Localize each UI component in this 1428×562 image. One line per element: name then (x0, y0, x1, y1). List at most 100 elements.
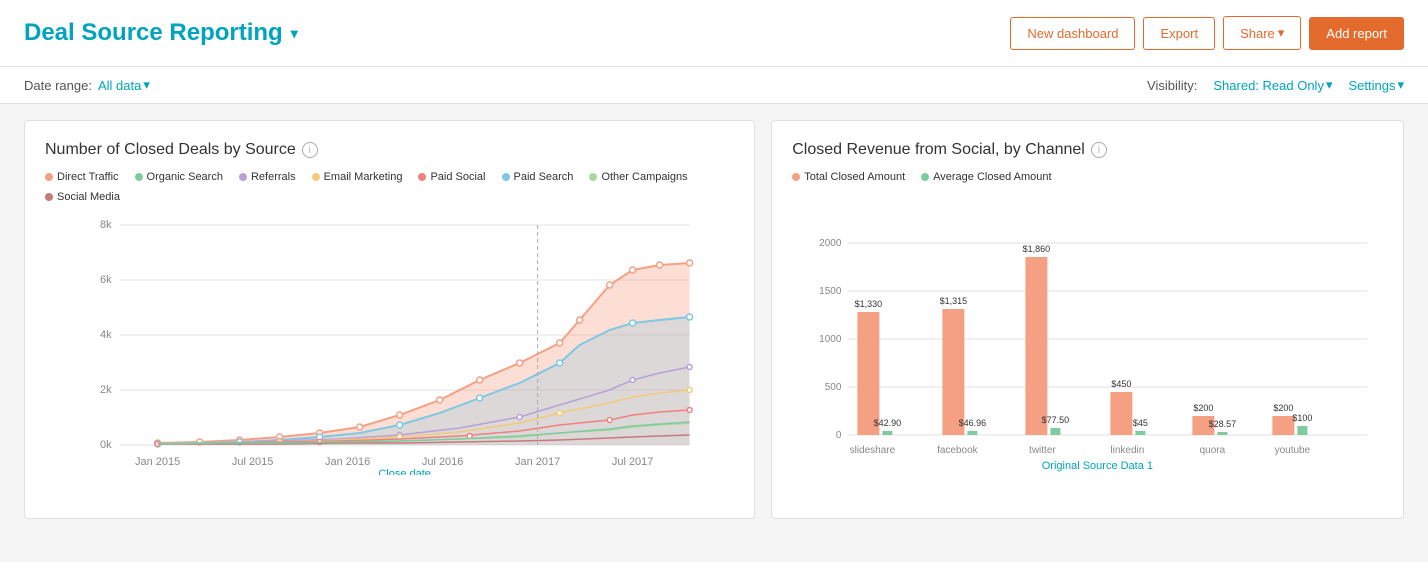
svg-text:Jan 2015: Jan 2015 (135, 456, 180, 468)
left-chart-svg: 0k 2k 4k 6k 8k Jan 2015 Jul 2015 Jan 201… (45, 215, 734, 475)
svg-text:$42.90: $42.90 (874, 418, 902, 428)
visibility-label: Visibility: (1147, 78, 1197, 93)
date-range-text: All data (98, 78, 141, 93)
legend-label-organic: Organic Search (147, 171, 223, 183)
visibility-value[interactable]: Shared: Read Only ▾ (1213, 77, 1332, 93)
date-range-value[interactable]: All data ▾ (98, 77, 150, 93)
right-chart-title-text: Closed Revenue from Social, by Channel (792, 141, 1085, 159)
right-chart-legend: Total Closed Amount Average Closed Amoun… (792, 171, 1383, 183)
legend-dot-referrals (239, 173, 247, 181)
svg-text:0: 0 (836, 430, 842, 441)
legend-dot-other (589, 173, 597, 181)
legend-dot-total (792, 173, 800, 181)
svg-text:$100: $100 (1293, 413, 1313, 423)
bar-twitter-total (1026, 257, 1048, 435)
title-text: Deal Source Reporting (24, 19, 283, 47)
left-chart-title-text: Number of Closed Deals by Source (45, 141, 296, 159)
legend-dot-avg (921, 173, 929, 181)
svg-text:Original Source Data 1: Original Source Data 1 (1042, 460, 1153, 472)
legend-label-avg: Average Closed Amount (933, 171, 1051, 183)
svg-text:slideshare: slideshare (850, 445, 896, 456)
settings-text: Settings (1348, 78, 1395, 93)
visibility-arrow: ▾ (1326, 77, 1333, 93)
add-report-button[interactable]: Add report (1309, 17, 1404, 50)
legend-label-paid-search: Paid Search (514, 171, 574, 183)
svg-text:$46.96: $46.96 (959, 418, 987, 428)
svg-text:$45: $45 (1133, 418, 1148, 428)
svg-text:4k: 4k (100, 329, 112, 341)
svg-text:$1,860: $1,860 (1023, 244, 1051, 254)
share-label: Share (1240, 26, 1275, 41)
bar-slideshare-total (858, 312, 880, 435)
svg-text:500: 500 (825, 382, 842, 393)
svg-text:$77.50: $77.50 (1042, 415, 1070, 425)
svg-text:1000: 1000 (819, 334, 842, 345)
svg-text:$1,330: $1,330 (855, 299, 883, 309)
right-chart-title: Closed Revenue from Social, by Channel i (792, 141, 1383, 159)
date-range-label: Date range: (24, 78, 92, 93)
svg-text:$200: $200 (1194, 403, 1214, 413)
legend-dot-paid-search (502, 173, 510, 181)
left-chart-title: Number of Closed Deals by Source i (45, 141, 734, 159)
legend-label-direct: Direct Traffic (57, 171, 119, 183)
svg-text:facebook: facebook (937, 445, 979, 456)
svg-text:quora: quora (1200, 445, 1226, 456)
svg-text:Jul 2015: Jul 2015 (232, 456, 274, 468)
svg-text:8k: 8k (100, 219, 112, 231)
header: Deal Source Reporting ▾ New dashboard Ex… (0, 0, 1428, 67)
legend-total-closed: Total Closed Amount (792, 171, 905, 183)
svg-text:2000: 2000 (819, 238, 842, 249)
legend-referrals: Referrals (239, 171, 296, 183)
settings-arrow: ▾ (1397, 77, 1404, 93)
legend-label-total: Total Closed Amount (804, 171, 905, 183)
bar-youtube-avg (1298, 426, 1308, 435)
legend-paid-search: Paid Search (502, 171, 574, 183)
bar-facebook-avg (968, 431, 978, 435)
visibility-text: Shared: Read Only (1213, 78, 1324, 93)
svg-text:0k: 0k (100, 439, 112, 451)
bar-quora-avg (1218, 432, 1228, 435)
toolbar: Date range: All data ▾ Visibility: Share… (0, 67, 1428, 104)
share-button[interactable]: Share ▾ (1223, 16, 1301, 50)
legend-dot-email (312, 173, 320, 181)
svg-text:$28.57: $28.57 (1209, 419, 1237, 429)
bar-twitter-avg (1051, 428, 1061, 435)
legend-avg-closed: Average Closed Amount (921, 171, 1051, 183)
legend-label-email: Email Marketing (324, 171, 403, 183)
legend-email-marketing: Email Marketing (312, 171, 403, 183)
legend-social-media: Social Media (45, 191, 120, 203)
svg-text:6k: 6k (100, 274, 112, 286)
share-dropdown-icon: ▾ (1278, 25, 1285, 41)
legend-label-paid-social: Paid Social (430, 171, 485, 183)
right-chart-svg: 0 500 1000 1500 2000 $1,330 $42.90 slide… (792, 195, 1383, 495)
legend-dot-direct (45, 173, 53, 181)
title-dropdown-arrow[interactable]: ▾ (291, 25, 298, 42)
legend-other-campaigns: Other Campaigns (589, 171, 687, 183)
svg-text:linkedin: linkedin (1111, 445, 1145, 456)
legend-dot-organic (135, 173, 143, 181)
legend-paid-social: Paid Social (418, 171, 485, 183)
main-content: Number of Closed Deals by Source i Direc… (0, 104, 1428, 535)
svg-text:Jan 2017: Jan 2017 (515, 456, 560, 468)
legend-organic-search: Organic Search (135, 171, 223, 183)
left-chart-info-icon[interactable]: i (302, 142, 318, 158)
left-chart-legend: Direct Traffic Organic Search Referrals … (45, 171, 734, 203)
header-actions: New dashboard Export Share ▾ Add report (1010, 16, 1404, 50)
export-button[interactable]: Export (1143, 17, 1215, 50)
date-range-arrow: ▾ (143, 77, 150, 93)
legend-dot-paid-social (418, 173, 426, 181)
legend-label-other: Other Campaigns (601, 171, 687, 183)
svg-text:$1,315: $1,315 (940, 296, 968, 306)
bar-linkedin-total (1111, 392, 1133, 435)
svg-text:Jul 2016: Jul 2016 (422, 456, 464, 468)
svg-text:youtube: youtube (1275, 445, 1311, 456)
bar-youtube-total (1273, 416, 1295, 435)
new-dashboard-button[interactable]: New dashboard (1010, 17, 1135, 50)
toolbar-right: Visibility: Shared: Read Only ▾ Settings… (1147, 77, 1404, 93)
legend-direct-traffic: Direct Traffic (45, 171, 119, 183)
page-title: Deal Source Reporting ▾ (24, 19, 298, 47)
settings-button[interactable]: Settings ▾ (1348, 77, 1404, 93)
bar-linkedin-avg (1136, 431, 1146, 435)
svg-text:2k: 2k (100, 384, 112, 396)
right-chart-info-icon[interactable]: i (1091, 142, 1107, 158)
